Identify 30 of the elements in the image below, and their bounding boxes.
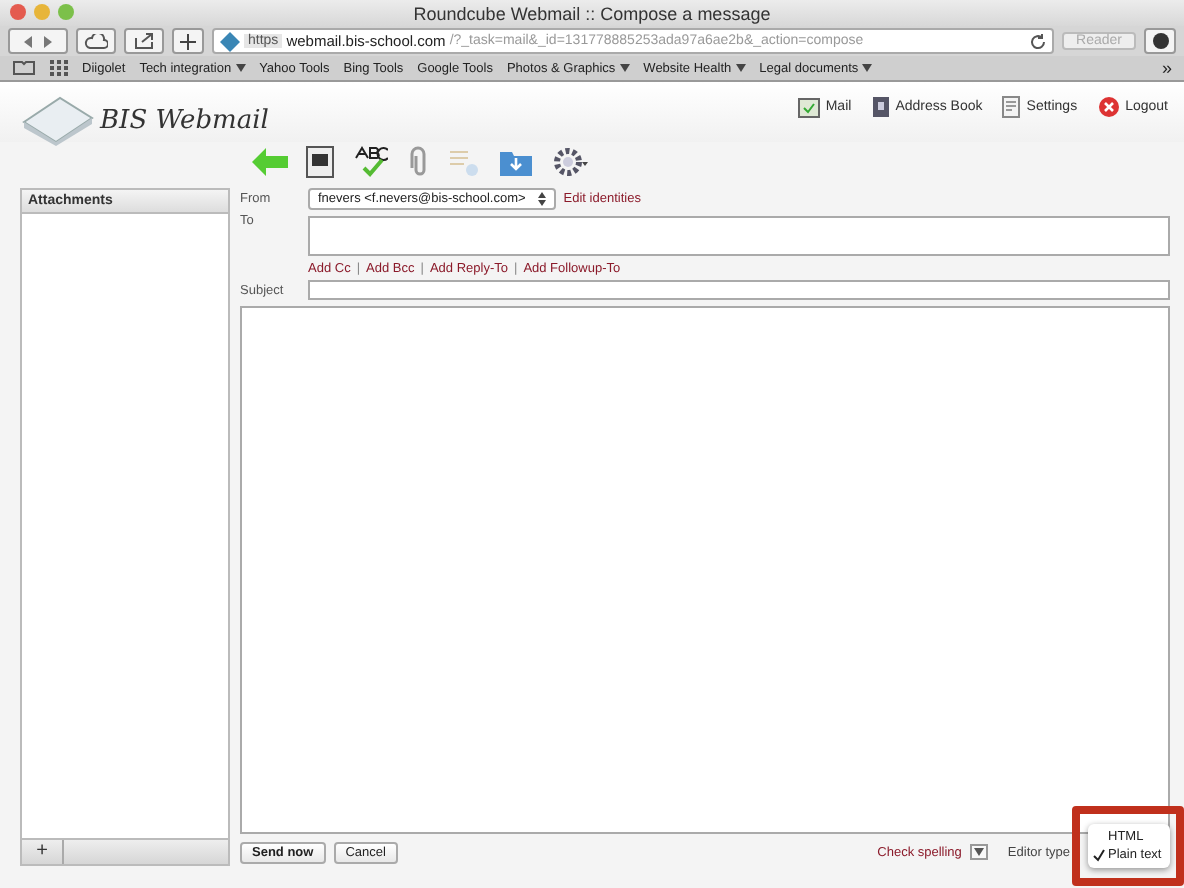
window-title: Roundcube Webmail :: Compose a message (413, 3, 771, 23)
site-icon (220, 31, 240, 51)
back-forward-arrows-icon (24, 35, 52, 47)
spellcheck-icon[interactable] (352, 146, 388, 178)
envelope-logo-icon (20, 94, 96, 146)
app-logo-text: BIS Webmail (100, 105, 269, 135)
settings-icon (1002, 96, 1021, 118)
message-body-field[interactable] (240, 306, 1170, 834)
reload-icon[interactable] (1030, 33, 1047, 49)
more-bookmarks-button[interactable]: » (1161, 58, 1172, 78)
grid-icon[interactable] (50, 60, 68, 76)
back-forward-button[interactable] (8, 28, 68, 54)
paperclip-icon[interactable] (406, 146, 430, 178)
share-icon[interactable] (124, 28, 164, 54)
cloud-icon[interactable] (76, 28, 116, 54)
logout-icon (1097, 96, 1120, 118)
download-icon[interactable] (1144, 28, 1176, 54)
new-tab-icon[interactable] (172, 28, 204, 54)
gear-icon[interactable] (552, 146, 588, 178)
updown-arrows-icon (537, 192, 546, 206)
contacts-icon[interactable] (306, 146, 334, 178)
mail-icon (797, 97, 820, 117)
spelling-language-dropdown[interactable] (969, 844, 988, 860)
book-icon[interactable] (12, 60, 36, 76)
close-window-button[interactable] (10, 4, 26, 20)
address-book-icon (871, 96, 890, 118)
subject-field[interactable] (308, 280, 1170, 300)
folder-icon[interactable] (498, 146, 534, 178)
to-field[interactable] (308, 216, 1170, 256)
add-attachment-button[interactable]: + (22, 840, 64, 864)
